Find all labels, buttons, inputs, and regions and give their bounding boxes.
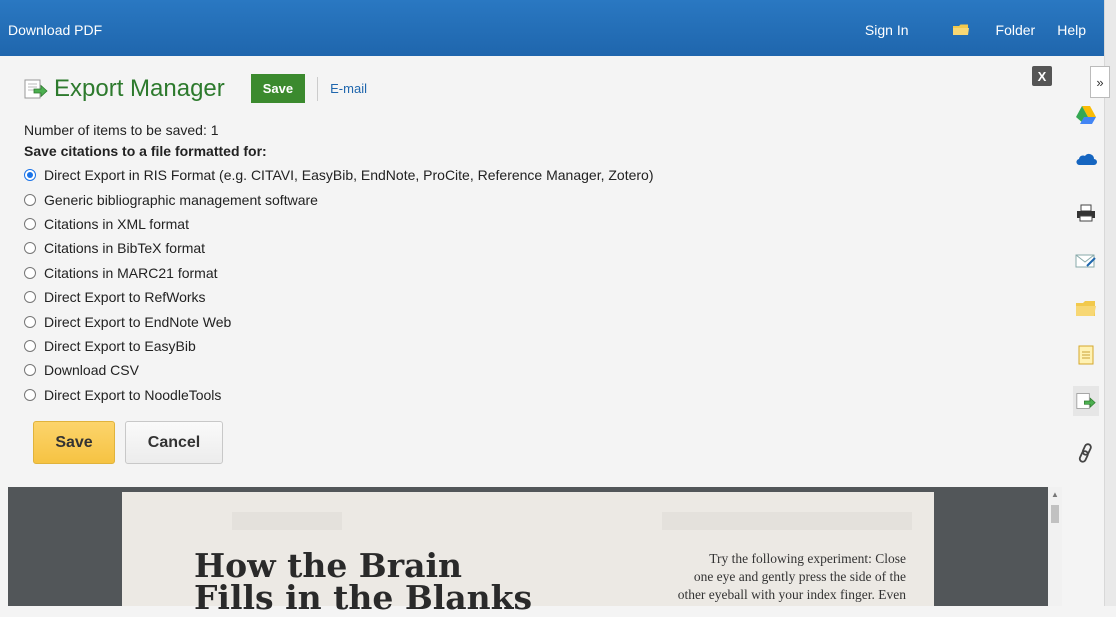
radio-noodletools[interactable] <box>24 388 36 401</box>
folder-link[interactable]: Folder <box>931 22 1036 38</box>
radio-bibtex[interactable] <box>24 242 36 255</box>
body-line-2: one eye and gently press the side of the <box>693 569 906 584</box>
body-line-1: Try the following experiment: Close <box>709 551 906 566</box>
save-button[interactable]: Save <box>33 421 115 464</box>
radio-ris[interactable] <box>24 169 36 182</box>
notes-icon[interactable] <box>1074 344 1098 366</box>
help-link[interactable]: Help <box>1057 22 1086 38</box>
format-options: Direct Export in RIS Format (e.g. CITAVI… <box>24 163 654 407</box>
close-button[interactable]: X <box>1032 66 1052 86</box>
viewer-scrollbar[interactable]: ▲ <box>1048 487 1062 606</box>
format-option-noodletools[interactable]: Direct Export to NoodleTools <box>24 383 654 407</box>
scroll-up-arrow-icon[interactable]: ▲ <box>1051 490 1059 499</box>
option-label: Direct Export in RIS Format (e.g. CITAVI… <box>44 167 654 184</box>
format-heading: Save citations to a file formatted for: <box>24 143 267 159</box>
folder-icon[interactable] <box>1074 298 1098 320</box>
format-option-marc21[interactable]: Citations in MARC21 format <box>24 261 654 285</box>
email-link[interactable]: E-mail <box>330 81 367 96</box>
header-divider <box>317 76 319 101</box>
item-count: Number of items to be saved: 1 <box>24 122 219 138</box>
article-body: Try the following experiment: Close one … <box>656 550 906 604</box>
radio-generic[interactable] <box>24 193 36 206</box>
format-option-ris[interactable]: Direct Export in RIS Format (e.g. CITAVI… <box>24 163 654 187</box>
format-option-easybib[interactable]: Direct Export to EasyBib <box>24 334 654 358</box>
format-option-xml[interactable]: Citations in XML format <box>24 212 654 236</box>
format-option-refworks[interactable]: Direct Export to RefWorks <box>24 285 654 309</box>
export-icon[interactable] <box>1073 386 1099 416</box>
faded-header-right <box>662 512 912 530</box>
header-save-button[interactable]: Save <box>250 74 306 103</box>
radio-easybib[interactable] <box>24 339 36 352</box>
expand-tools-button[interactable]: » <box>1090 66 1110 98</box>
option-label: Direct Export to EndNote Web <box>44 313 232 330</box>
export-manager-icon <box>24 79 48 99</box>
radio-csv[interactable] <box>24 364 36 377</box>
headline-line-2: Fills in the Blanks <box>194 578 533 617</box>
option-label: Citations in MARC21 format <box>44 264 218 281</box>
option-label: Download CSV <box>44 362 139 379</box>
format-option-generic[interactable]: Generic bibliographic management softwar… <box>24 187 654 211</box>
option-label: Citations in BibTeX format <box>44 240 206 257</box>
sign-in-link[interactable]: Sign In <box>865 22 909 38</box>
format-option-csv[interactable]: Download CSV <box>24 358 654 382</box>
article-headline: How the Brain Fills in the Blanks <box>194 549 533 617</box>
email-icon[interactable] <box>1074 250 1098 272</box>
pdf-page: How the Brain Fills in the Blanks Try th… <box>122 492 934 614</box>
option-label: Generic bibliographic management softwar… <box>44 191 318 208</box>
viewer-scroll-thumb[interactable] <box>1051 505 1059 523</box>
page-title: Export Manager <box>54 74 225 102</box>
radio-marc21[interactable] <box>24 266 36 279</box>
option-label: Citations in XML format <box>44 215 189 232</box>
top-nav: Sign In Folder Help <box>843 22 1086 38</box>
option-label: Direct Export to NoodleTools <box>44 386 222 403</box>
google-drive-icon[interactable] <box>1074 104 1098 126</box>
pdf-viewer: How the Brain Fills in the Blanks Try th… <box>8 487 1062 614</box>
top-toolbar: Download PDF Sign In Folder Help <box>0 0 1104 56</box>
format-option-bibtex[interactable]: Citations in BibTeX format <box>24 236 654 260</box>
radio-refworks[interactable] <box>24 291 36 304</box>
export-manager-panel: Export Manager Save E-mail X Number of i… <box>8 62 1062 480</box>
cancel-button[interactable]: Cancel <box>125 421 223 464</box>
permalink-icon[interactable] <box>1074 442 1098 464</box>
export-manager-header: Export Manager Save E-mail <box>24 74 367 103</box>
body-line-3: other eyeball with your index finger. Ev… <box>677 587 906 602</box>
print-icon[interactable] <box>1074 202 1098 224</box>
folder-label: Folder <box>995 22 1036 38</box>
format-option-endnote-web[interactable]: Direct Export to EndNote Web <box>24 309 654 333</box>
tools-sidebar: » <box>1064 62 1110 480</box>
option-label: Direct Export to EasyBib <box>44 337 196 354</box>
radio-xml[interactable] <box>24 217 36 230</box>
radio-endnote-web[interactable] <box>24 315 36 328</box>
faded-header-left <box>232 512 342 530</box>
option-label: Direct Export to RefWorks <box>44 289 206 306</box>
folder-icon <box>952 24 969 36</box>
download-pdf-link[interactable]: Download PDF <box>8 22 102 38</box>
onedrive-icon[interactable] <box>1074 148 1098 170</box>
